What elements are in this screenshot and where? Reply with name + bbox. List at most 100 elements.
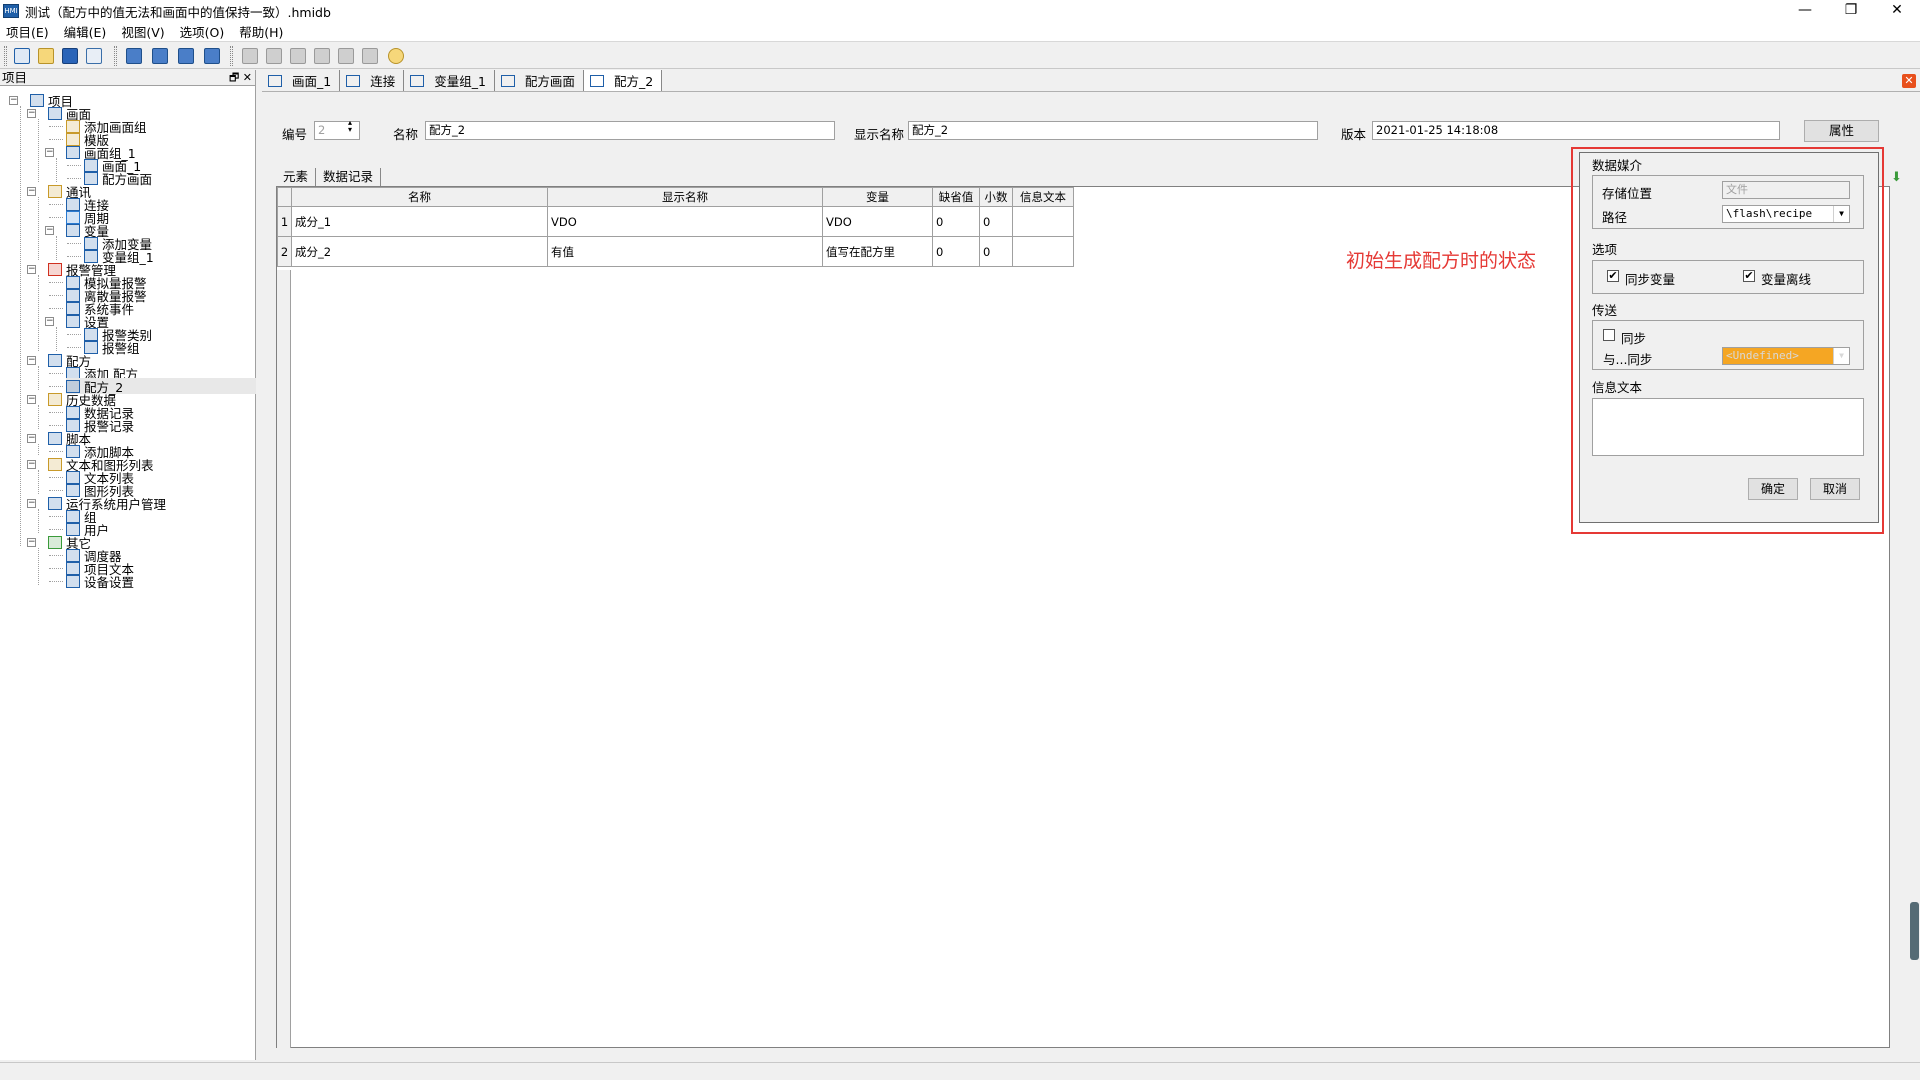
toolbar-grip[interactable] [114, 46, 117, 66]
restore-button[interactable]: ❐ [1828, 0, 1874, 22]
close-document-icon[interactable]: ✕ [1902, 74, 1916, 88]
cell-info-text[interactable] [1012, 236, 1074, 267]
row-number[interactable]: 2 [277, 236, 292, 267]
down-arrow-icon[interactable]: ⬇ [1891, 170, 1902, 185]
name-field[interactable]: 配方_2 [425, 121, 835, 140]
tab-elements[interactable]: 元素 [276, 168, 317, 186]
toolbar-grip[interactable] [4, 46, 7, 66]
tree-expander[interactable]: − [9, 96, 18, 105]
tree-expander[interactable]: − [27, 460, 36, 469]
number-spin-icon[interactable]: ▴ ▾ [348, 119, 352, 134]
tree-expander[interactable]: − [45, 226, 54, 235]
open-folder-icon[interactable] [38, 48, 54, 64]
tree-expander[interactable]: − [27, 265, 36, 274]
document-tabs: 画面_1 连接 变量组_1 配方画面 配方_2 ✕ [262, 70, 1920, 92]
cancel-button[interactable]: 取消 [1810, 478, 1860, 500]
tree-expander[interactable]: − [27, 187, 36, 196]
float-panel-icon[interactable]: 🗗 [229, 71, 239, 84]
number-label: 编号 [282, 127, 308, 142]
cell-info-text[interactable] [1012, 206, 1074, 237]
column-header-info-text[interactable]: 信息文本 [1012, 187, 1074, 207]
chevron-down-icon[interactable]: ▼ [1833, 348, 1849, 364]
simulate-icon[interactable] [152, 48, 168, 64]
tree-expander[interactable]: − [45, 317, 54, 326]
paste-icon[interactable] [338, 48, 354, 64]
properties-button[interactable]: 属性 [1804, 120, 1879, 142]
tab-connection[interactable]: 连接 [340, 70, 405, 91]
column-header-default-value[interactable]: 缺省值 [932, 187, 980, 207]
column-header-decimals[interactable]: 小数 [979, 187, 1013, 207]
tree-expander[interactable]: − [27, 356, 36, 365]
version-field[interactable]: 2021-01-25 14:18:08 [1372, 121, 1780, 140]
cell-name[interactable]: 成分_2 [291, 236, 548, 267]
scrollbar-thumb[interactable] [1910, 902, 1919, 960]
tree-connector [49, 568, 63, 569]
column-header-name[interactable]: 名称 [291, 187, 548, 207]
cell-display-name[interactable]: VDO [547, 206, 823, 237]
cell-default-value[interactable]: 0 [932, 236, 980, 267]
connection-icon [346, 74, 361, 87]
menu-help[interactable]: 帮助(H) [239, 22, 283, 41]
tree-item[interactable]: 配方画面 [84, 170, 152, 187]
tab-label: 画面_1 [292, 74, 332, 89]
column-header-tag[interactable]: 变量 [822, 187, 933, 207]
info-text-area[interactable] [1592, 398, 1864, 456]
copy-icon[interactable] [314, 48, 330, 64]
cell-decimals[interactable]: 0 [979, 236, 1013, 267]
download-icon[interactable] [204, 48, 220, 64]
tree-connector [49, 386, 63, 387]
tree-expander[interactable]: − [27, 499, 36, 508]
cell-display-name[interactable]: 有值 [547, 236, 823, 267]
menu-options[interactable]: 选项(O) [180, 22, 225, 41]
display-name-field[interactable]: 配方_2 [908, 121, 1318, 140]
tree-expander[interactable]: − [27, 434, 36, 443]
sync-with-value: <Undefined> [1726, 349, 1799, 362]
column-header-display-name[interactable]: 显示名称 [547, 187, 823, 207]
tree-expander[interactable]: − [45, 148, 54, 157]
sync-checkbox[interactable] [1603, 329, 1615, 341]
table-row[interactable]: 2 成分_2 有值 值写在配方里 0 0 [277, 236, 1074, 267]
cell-tag[interactable]: VDO [822, 206, 933, 237]
cut-icon[interactable] [290, 48, 306, 64]
close-button[interactable]: ✕ [1874, 0, 1920, 22]
cell-decimals[interactable]: 0 [979, 206, 1013, 237]
tree-expander[interactable]: − [27, 109, 36, 118]
tab-data-records[interactable]: 数据记录 [316, 168, 382, 186]
minimize-button[interactable]: — [1782, 0, 1828, 22]
tree-expander[interactable]: − [27, 538, 36, 547]
tab-recipe-screen[interactable]: 配方画面 [495, 70, 584, 91]
cell-default-value[interactable]: 0 [932, 206, 980, 237]
table-row[interactable]: 1 成分_1 VDO VDO 0 0 [277, 206, 1074, 237]
cell-tag[interactable]: 值写在配方里 [822, 236, 933, 267]
tags-offline-checkbox[interactable]: ✔ [1743, 270, 1755, 282]
menu-edit[interactable]: 编辑(E) [64, 22, 107, 41]
delete-icon[interactable] [362, 48, 378, 64]
ok-button[interactable]: 确定 [1748, 478, 1798, 500]
storage-field[interactable]: 文件 [1722, 181, 1850, 199]
sync-with-select[interactable]: <Undefined> ▼ [1722, 347, 1850, 365]
transfer-icon[interactable] [178, 48, 194, 64]
compile-icon[interactable] [126, 48, 142, 64]
path-select[interactable]: \flash\recipe ▼ [1722, 205, 1850, 223]
chevron-down-icon[interactable]: ▼ [1833, 206, 1849, 222]
tree-expander[interactable]: − [27, 395, 36, 404]
tab-recipe-2[interactable]: 配方_2 [583, 70, 663, 91]
tree-item[interactable]: 报警组 [84, 339, 140, 356]
menu-project[interactable]: 项目(E) [6, 22, 49, 41]
toolbar-grip[interactable] [230, 46, 233, 66]
tab-screen-1[interactable]: 画面_1 [262, 70, 341, 91]
find-icon[interactable] [388, 48, 404, 64]
menu-view[interactable]: 视图(V) [121, 22, 164, 41]
undo-icon[interactable] [242, 48, 258, 64]
redo-icon[interactable] [266, 48, 282, 64]
close-panel-icon[interactable]: ✕ [243, 71, 252, 84]
tree-item[interactable]: 设备设置 [66, 573, 134, 590]
print-icon[interactable] [86, 48, 102, 64]
new-file-icon[interactable] [14, 48, 30, 64]
tab-tag-group-1[interactable]: 变量组_1 [404, 70, 495, 91]
row-number[interactable]: 1 [277, 206, 292, 237]
sync-tags-checkbox[interactable]: ✔ [1607, 270, 1619, 282]
save-icon[interactable] [62, 48, 78, 64]
number-field[interactable]: 2 [314, 121, 360, 140]
cell-name[interactable]: 成分_1 [291, 206, 548, 237]
